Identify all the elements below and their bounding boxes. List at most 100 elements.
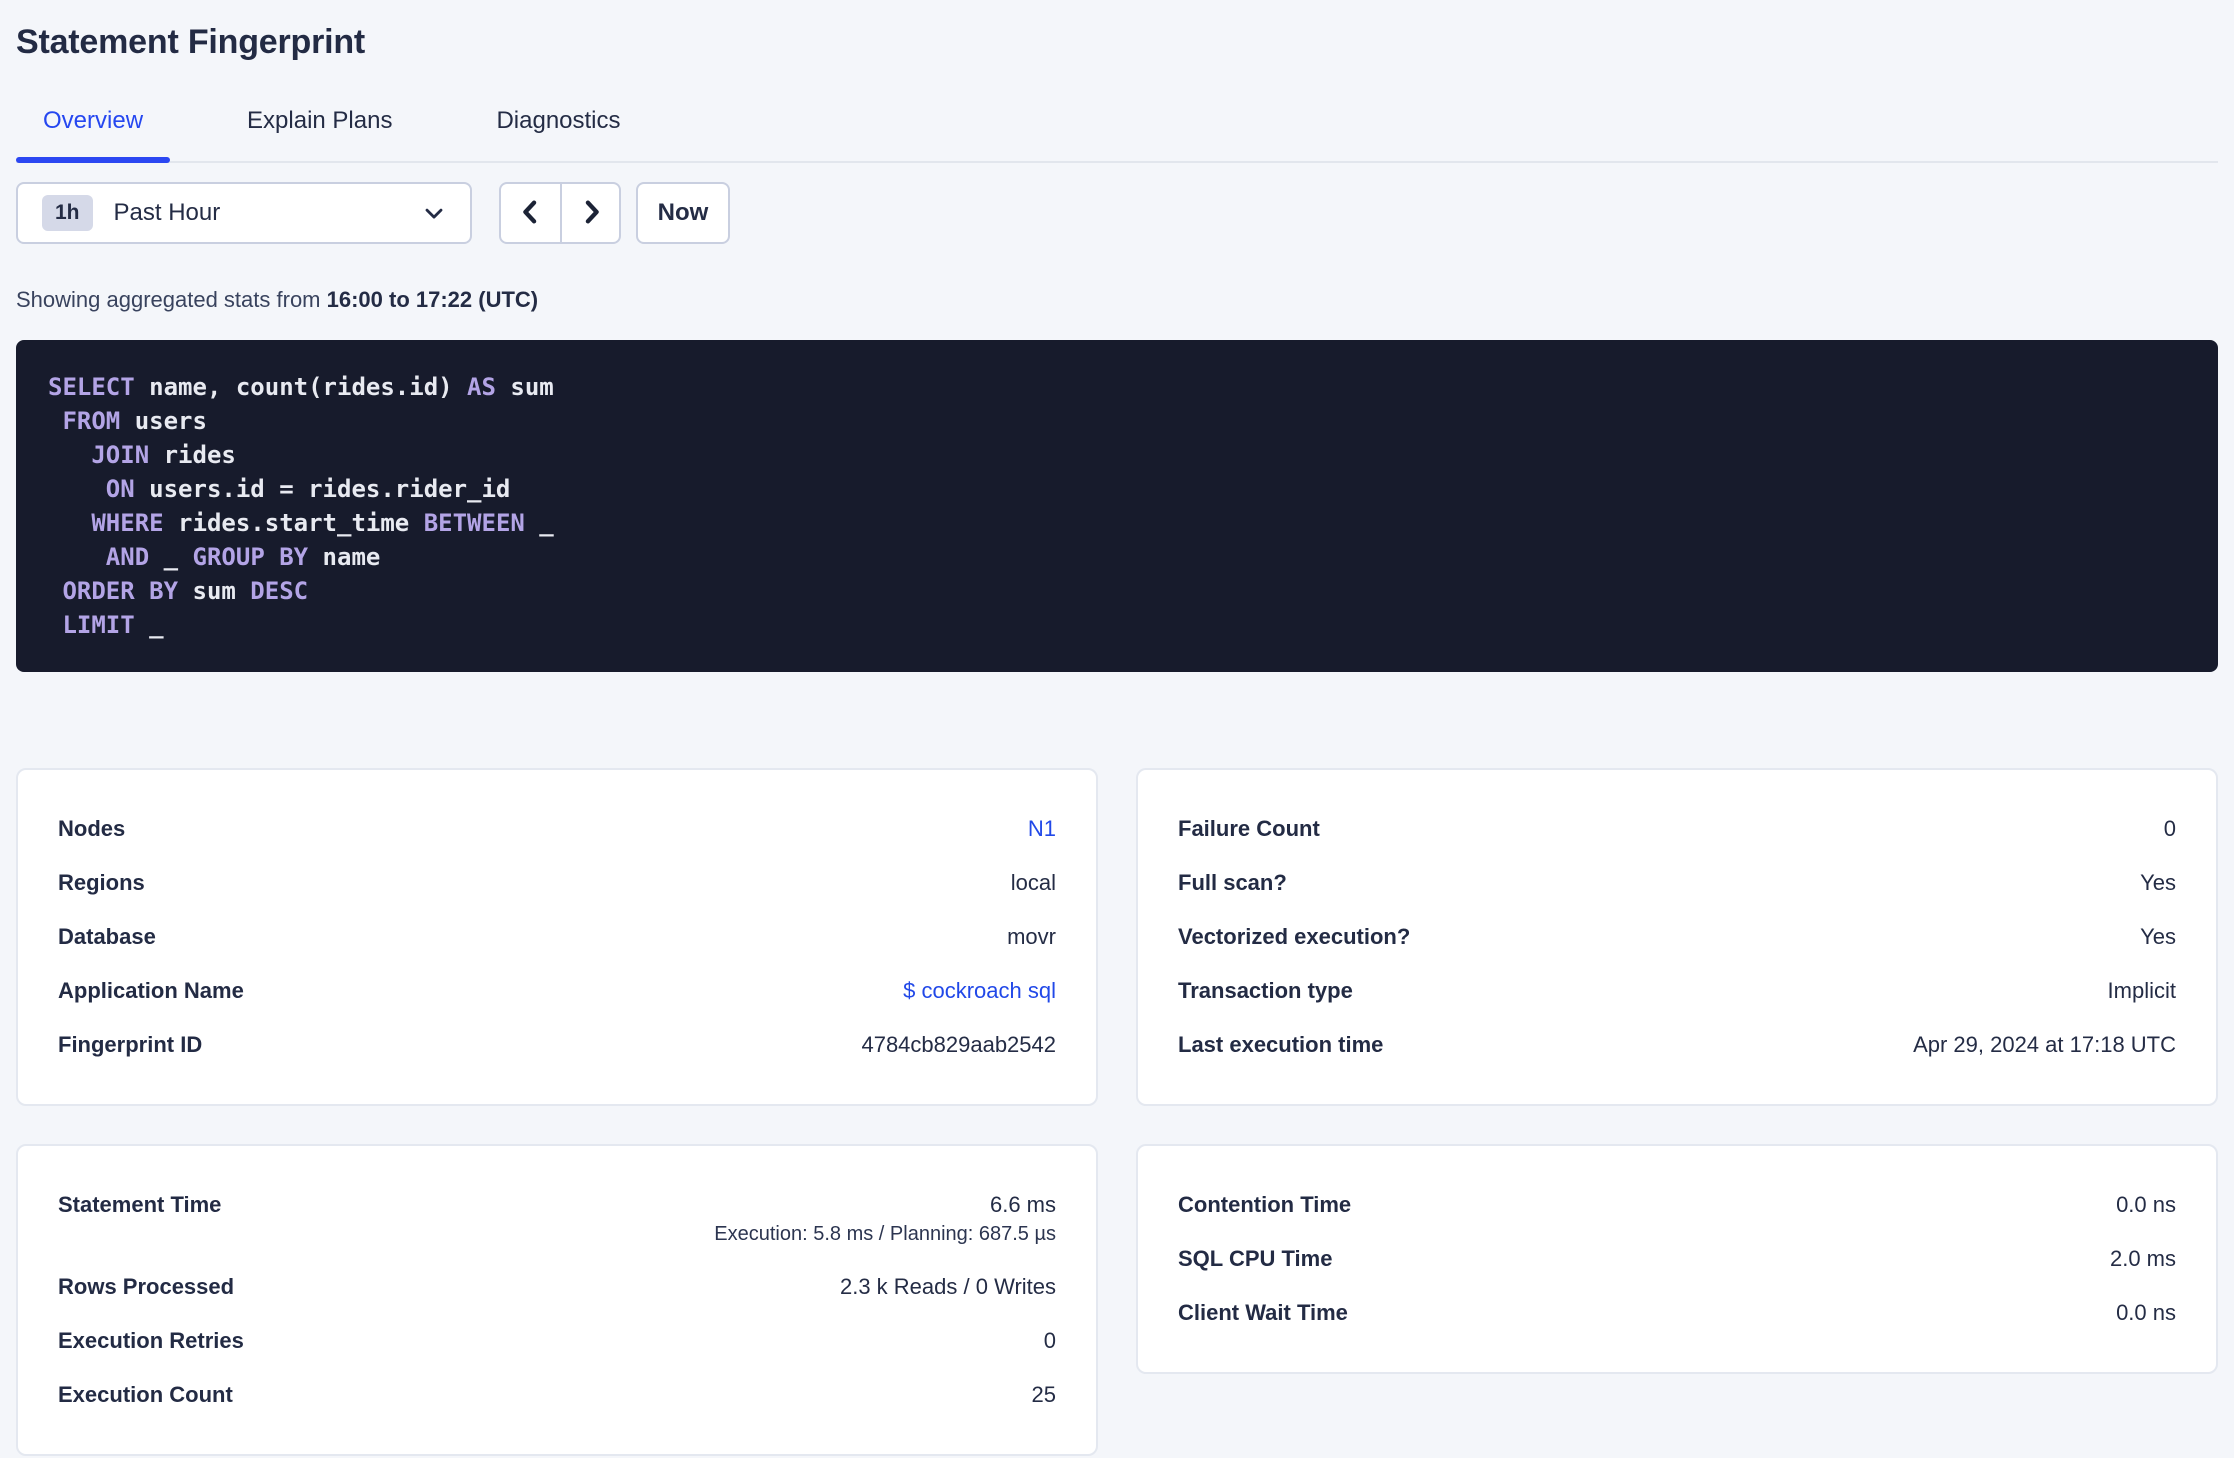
execution-count-value: 25 xyxy=(1031,1382,1056,1407)
now-button[interactable]: Now xyxy=(636,182,730,244)
application-name-label: Application Name xyxy=(58,978,244,1003)
full-scan-value: Yes xyxy=(2140,870,2176,895)
row-fingerprint-id: Fingerprint ID 4784cb829aab2542 xyxy=(58,1030,1056,1060)
sql-line: LIMIT _ xyxy=(62,611,164,639)
next-time-button[interactable] xyxy=(560,184,619,242)
database-value-group: movr xyxy=(1007,922,1056,952)
transaction-type-label: Transaction type xyxy=(1178,978,1353,1003)
tab-overview[interactable]: Overview xyxy=(16,105,171,163)
row-regions: Regions local xyxy=(58,868,1056,898)
row-sql-cpu-time: SQL CPU Time 2.0 ms xyxy=(1178,1244,2176,1274)
client-wait-time-label: Client Wait Time xyxy=(1178,1300,1348,1325)
sql-cpu-time-value: 2.0 ms xyxy=(2109,1246,2176,1271)
execution-retries-value: 0 xyxy=(1043,1328,1056,1353)
last-execution-time-label: Last execution time xyxy=(1178,1032,1384,1057)
execution-count-value-group: 25 xyxy=(1032,1380,1056,1410)
nodes-label: Nodes xyxy=(58,816,126,841)
vectorized-execution-label: Vectorized execution? xyxy=(1178,924,1411,949)
sql-line: AND _ GROUP BY name xyxy=(105,543,381,571)
vectorized-execution-value: Yes xyxy=(2140,924,2176,949)
chevron-right-icon xyxy=(576,197,606,230)
aggregated-stats-text: Showing aggregated stats from 16:00 to 1… xyxy=(16,286,2218,314)
execution-count-label: Execution Count xyxy=(58,1382,233,1407)
row-last-execution-time: Last execution time Apr 29, 2024 at 17:18… xyxy=(1178,1030,2176,1060)
failure-count-label: Failure Count xyxy=(1178,816,1320,841)
failure-count-value: 0 xyxy=(2163,816,2176,841)
sql-statement-box: SELECT name, count(rides.id) AS sum FROM… xyxy=(16,340,2218,672)
tab-bar: Overview Explain Plans Diagnostics xyxy=(16,105,2218,163)
database-value: movr xyxy=(1007,924,1056,949)
statement-time-value-group: 6.6 ms Execution: 5.8 ms / Planning: 687.… xyxy=(714,1190,1056,1248)
time-range-dropdown[interactable]: 1h Past Hour xyxy=(16,182,472,244)
statement-attributes-card: Nodes N1 Regions local Database movr Applicati… xyxy=(16,768,1098,1106)
row-full-scan: Full scan? Yes xyxy=(1178,868,2176,898)
execution-retries-value-group: 0 xyxy=(1044,1326,1056,1356)
last-execution-time-value-group: Apr 29, 2024 at 17:18 UTC xyxy=(1913,1030,2176,1060)
stats-prefix: Showing aggregated stats from xyxy=(16,287,327,312)
regions-value-group: local xyxy=(1011,868,1056,898)
row-client-wait-time: Client Wait Time 0.0 ns xyxy=(1178,1298,2176,1328)
transaction-type-value: Implicit xyxy=(2107,978,2176,1003)
nodes-value-group: N1 xyxy=(1028,814,1056,844)
application-name-value-group: $ cockroach sql xyxy=(903,976,1056,1006)
execution-retries-label: Execution Retries xyxy=(58,1328,244,1353)
failure-count-value-group: 0 xyxy=(2164,814,2176,844)
fingerprint-id-label: Fingerprint ID xyxy=(58,1032,203,1057)
statement-fingerprint-page: Statement Fingerprint Overview Explain Pl… xyxy=(0,0,2234,1458)
full-scan-label: Full scan? xyxy=(1178,870,1287,895)
time-range-label: Past Hour xyxy=(113,199,221,226)
full-scan-value-group: Yes xyxy=(2140,868,2176,898)
row-contention-time: Contention Time 0.0 ns xyxy=(1178,1190,2176,1220)
row-failure-count: Failure Count 0 xyxy=(1178,814,2176,844)
summary-cards: Nodes N1 Regions local Database movr Applicati… xyxy=(16,768,2218,1456)
statement-time-value: 6.6 ms xyxy=(989,1192,1056,1217)
row-nodes: Nodes N1 xyxy=(58,814,1056,844)
client-wait-time-value: 0.0 ns xyxy=(2116,1300,2176,1325)
statement-time-label: Statement Time xyxy=(58,1192,222,1217)
sql-cpu-time-label: SQL CPU Time xyxy=(1178,1246,1333,1271)
application-name-link[interactable]: $ cockroach sql xyxy=(903,976,1056,1006)
sql-line: JOIN rides xyxy=(91,441,236,469)
tab-diagnostics[interactable]: Diagnostics xyxy=(469,105,647,161)
time-step-buttons xyxy=(499,182,621,244)
rows-processed-value: 2.3 k Reads / 0 Writes xyxy=(839,1274,1056,1299)
row-application-name: Application Name $ cockroach sql xyxy=(58,976,1056,1006)
time-range-badge: 1h xyxy=(42,195,93,231)
row-execution-count: Execution Count 25 xyxy=(58,1380,1056,1410)
sql-line: FROM users xyxy=(62,407,207,435)
database-label: Database xyxy=(58,924,156,949)
regions-value: local xyxy=(1010,870,1056,895)
client-wait-time-value-group: 0.0 ns xyxy=(2116,1298,2176,1328)
last-execution-time-value: Apr 29, 2024 at 17:18 UTC xyxy=(1913,1032,2176,1057)
fingerprint-id-value: 4784cb829aab2542 xyxy=(861,1032,1056,1057)
time-controls: 1h Past Hour Now xyxy=(16,182,2218,244)
contention-time-value: 0.0 ns xyxy=(2116,1192,2176,1217)
execution-attributes-card: Failure Count 0 Full scan? Yes Vectorized ex… xyxy=(1136,768,2218,1106)
timing-stats-card: Statement Time 6.6 ms Execution: 5.8 ms / … xyxy=(16,1144,1098,1456)
contention-time-value-group: 0.0 ns xyxy=(2116,1190,2176,1220)
fingerprint-id-value-group: 4784cb829aab2542 xyxy=(861,1030,1056,1060)
nodes-link[interactable]: N1 xyxy=(1028,814,1056,844)
statement-time-breakdown: Execution: 5.8 ms / Planning: 687.5 µs xyxy=(714,1223,1056,1245)
sql-line: ORDER BY sum DESC xyxy=(62,577,309,605)
page-title: Statement Fingerprint xyxy=(16,23,366,61)
sql-line: ON users.id = rides.rider_id xyxy=(105,475,511,503)
row-rows-processed: Rows Processed 2.3 k Reads / 0 Writes xyxy=(58,1272,1056,1302)
transaction-type-value-group: Implicit xyxy=(2108,976,2176,1006)
sql-line: SELECT name, count(rides.id) AS sum xyxy=(48,373,554,401)
tab-explain-plans[interactable]: Explain Plans xyxy=(220,105,419,161)
vectorized-execution-value-group: Yes xyxy=(2140,922,2176,952)
row-database: Database movr xyxy=(58,922,1056,952)
sql-line: WHERE rides.start_time BETWEEN _ xyxy=(91,509,554,537)
chevron-down-icon xyxy=(420,199,448,227)
row-execution-retries: Execution Retries 0 xyxy=(58,1326,1056,1356)
row-statement-time: Statement Time 6.6 ms Execution: 5.8 ms / … xyxy=(58,1190,1056,1248)
chevron-left-icon xyxy=(516,197,546,230)
stats-time-range: 16:00 to 17:22 (UTC) xyxy=(326,287,539,312)
row-vectorized-execution: Vectorized execution? Yes xyxy=(1178,922,2176,952)
sql-cpu-time-value-group: 2.0 ms xyxy=(2110,1244,2176,1274)
prev-time-button[interactable] xyxy=(501,184,560,242)
rows-processed-label: Rows Processed xyxy=(58,1274,235,1299)
row-transaction-type: Transaction type Implicit xyxy=(1178,976,2176,1006)
contention-time-label: Contention Time xyxy=(1178,1192,1352,1217)
